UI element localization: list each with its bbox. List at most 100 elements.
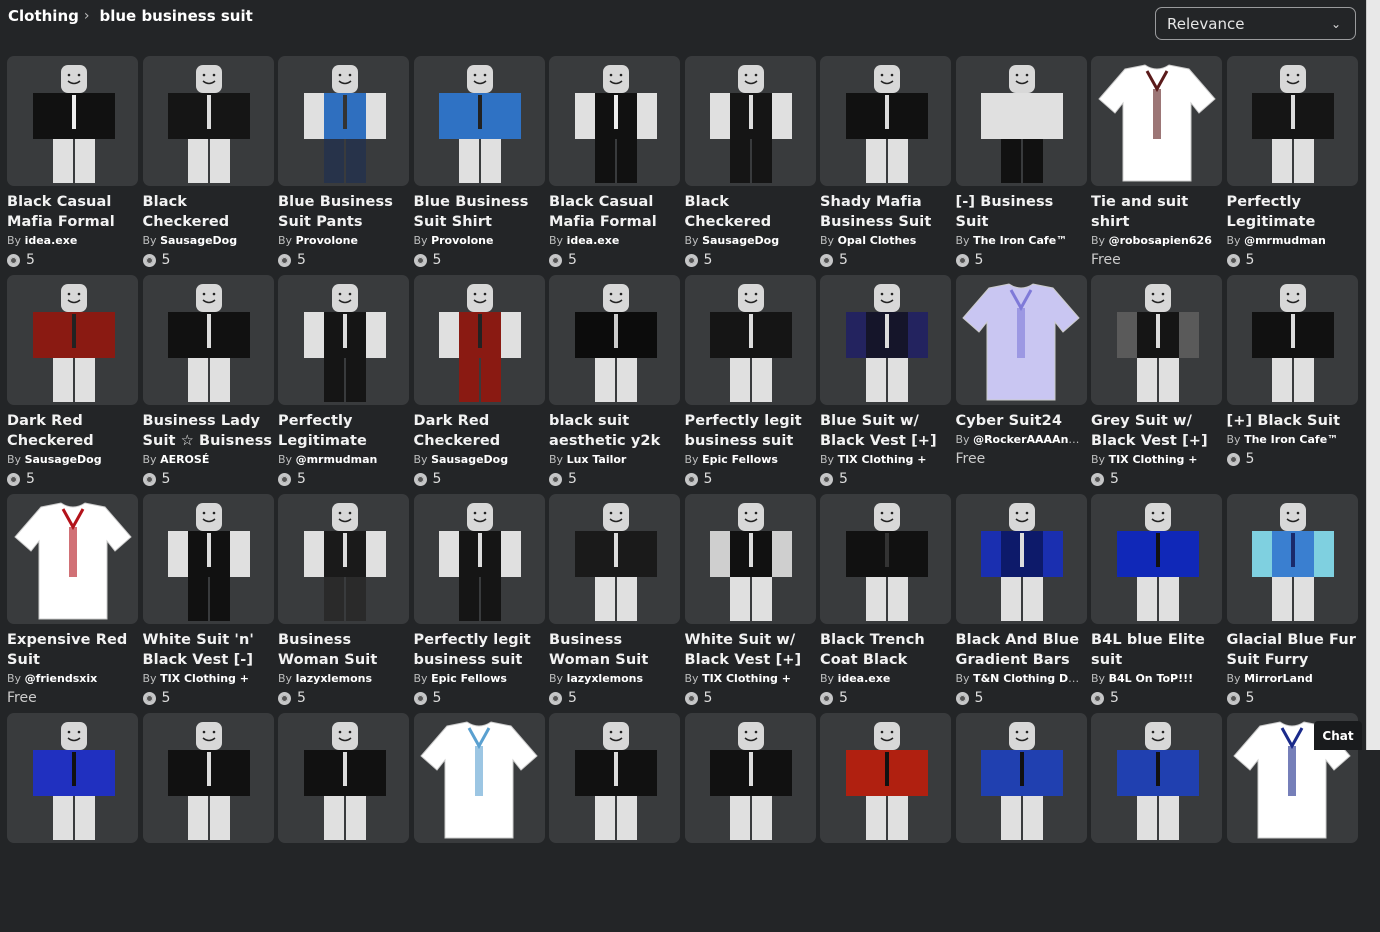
item-thumbnail[interactable]: [820, 713, 951, 843]
creator-link[interactable]: AEROSÉ: [160, 453, 209, 466]
item-title[interactable]: B4L blue Elite suit: [1091, 630, 1222, 670]
item-thumbnail[interactable]: [278, 494, 409, 624]
item-thumbnail[interactable]: [684, 275, 816, 405]
item-thumbnail[interactable]: [955, 56, 1087, 186]
item-thumbnail[interactable]: [278, 275, 409, 405]
creator-link[interactable]: TIX Clothing +: [702, 672, 791, 685]
item-card[interactable]: [549, 713, 680, 932]
creator-link[interactable]: idea.exe: [838, 672, 891, 685]
item-title[interactable]: Black Trench Coat Black: [820, 630, 951, 670]
item-title[interactable]: Perfectly legit business suit: [685, 411, 816, 451]
creator-link[interactable]: @mrmudman: [1244, 234, 1326, 247]
creator-link[interactable]: idea.exe: [25, 234, 78, 247]
creator-link[interactable]: lazyxlemons: [296, 672, 373, 685]
item-title[interactable]: Black And Blue Gradient Bars: [956, 630, 1087, 670]
creator-link[interactable]: Provolone: [431, 234, 493, 247]
item-card[interactable]: Blue Business Suit Pants By Provolone 5: [278, 56, 409, 275]
creator-link[interactable]: idea.exe: [567, 234, 620, 247]
item-title[interactable]: Perfectly legit business suit: [414, 630, 545, 670]
item-title[interactable]: Shady Mafia Business Suit: [820, 192, 951, 232]
item-thumbnail[interactable]: [142, 713, 274, 843]
item-thumbnail[interactable]: [278, 713, 409, 843]
item-card[interactable]: Black Trench Coat Black By idea.exe 5: [820, 494, 951, 713]
item-card[interactable]: Black Casual Mafia Formal By idea.exe 5: [549, 56, 680, 275]
item-card[interactable]: [413, 713, 545, 932]
item-thumbnail[interactable]: [955, 713, 1087, 843]
creator-link[interactable]: The Iron Cafe™: [1244, 433, 1338, 446]
item-thumbnail[interactable]: [684, 713, 816, 843]
item-thumbnail[interactable]: [1226, 56, 1358, 186]
item-thumbnail[interactable]: [413, 56, 545, 186]
item-title[interactable]: Blue Business Suit Shirt: [414, 192, 545, 232]
creator-link[interactable]: SausageDog: [160, 234, 237, 247]
item-card[interactable]: Black And Blue Gradient Bars By T&N Clot…: [955, 494, 1087, 713]
item-title[interactable]: White Suit w/ Black Vest [+]: [685, 630, 816, 670]
creator-link[interactable]: The Iron Cafe™: [973, 234, 1067, 247]
item-card[interactable]: Blue Suit w/ Black Vest [+] By TIX Cloth…: [820, 275, 951, 494]
creator-link[interactable]: SausageDog: [702, 234, 779, 247]
creator-link[interactable]: Opal Clothes: [838, 234, 917, 247]
item-thumbnail[interactable]: [142, 275, 274, 405]
item-title[interactable]: Blue Business Suit Pants: [278, 192, 409, 232]
creator-link[interactable]: TIX Clothing +: [838, 453, 927, 466]
item-title[interactable]: [+] Black Suit: [1227, 411, 1358, 431]
item-thumbnail[interactable]: [820, 56, 951, 186]
item-thumbnail[interactable]: [549, 56, 680, 186]
scrollbar[interactable]: [1366, 0, 1380, 750]
item-card[interactable]: [955, 713, 1087, 932]
item-title[interactable]: Business Woman Suit [Shirt]: [549, 630, 680, 670]
creator-link[interactable]: Lux Tailor: [567, 453, 627, 466]
creator-link[interactable]: TIX Clothing +: [1109, 453, 1198, 466]
item-thumbnail[interactable]: [955, 494, 1087, 624]
item-card[interactable]: [684, 713, 816, 932]
creator-link[interactable]: Epic Fellows: [431, 672, 507, 685]
item-title[interactable]: Perfectly Legitimate: [278, 411, 409, 451]
item-thumbnail[interactable]: [1226, 275, 1358, 405]
item-thumbnail[interactable]: [142, 494, 274, 624]
creator-link[interactable]: T&N Clothing Desi...: [973, 672, 1086, 685]
item-title[interactable]: Black Casual Mafia Formal: [7, 192, 138, 232]
item-card[interactable]: [+] Black Suit By The Iron Cafe™ 5: [1226, 275, 1358, 494]
item-card[interactable]: Perfectly legit business suit By Epic Fe…: [413, 494, 545, 713]
item-thumbnail[interactable]: [820, 275, 951, 405]
item-card[interactable]: Shady Mafia Business Suit By Opal Clothe…: [820, 56, 951, 275]
item-card[interactable]: Business Woman Suit By lazyxlemons 5: [278, 494, 409, 713]
item-title[interactable]: Cyber Suit24: [956, 411, 1087, 431]
creator-link[interactable]: @RockerAAAAnnnn: [973, 433, 1086, 446]
item-title[interactable]: Business Woman Suit: [278, 630, 409, 670]
item-title[interactable]: Glacial Blue Fur Suit Furry Fursuit: [1227, 630, 1358, 670]
item-thumbnail[interactable]: [413, 713, 545, 843]
item-thumbnail[interactable]: [413, 494, 545, 624]
item-card[interactable]: black suit aesthetic y2k By Lux Tailor 5: [549, 275, 680, 494]
item-card[interactable]: [7, 713, 138, 932]
item-title[interactable]: Tie and suit shirt: [1091, 192, 1222, 232]
item-card[interactable]: [-] Business Suit By The Iron Cafe™ 5: [955, 56, 1087, 275]
item-title[interactable]: Perfectly Legitimate: [1227, 192, 1358, 232]
item-card[interactable]: Perfectly legit business suit By Epic Fe…: [684, 275, 816, 494]
creator-link[interactable]: @mrmudman: [296, 453, 378, 466]
item-title[interactable]: White Suit 'n' Black Vest [-]: [143, 630, 274, 670]
item-thumbnail[interactable]: [7, 275, 138, 405]
item-card[interactable]: Black Checkered Formal Business By Sausa…: [142, 56, 274, 275]
item-card[interactable]: Dark Red Checkered By SausageDog 5: [413, 275, 545, 494]
item-card[interactable]: B4L blue Elite suit By B4L On ToP!!! 5: [1091, 494, 1222, 713]
creator-link[interactable]: lazyxlemons: [567, 672, 644, 685]
creator-link[interactable]: SausageDog: [25, 453, 102, 466]
item-thumbnail[interactable]: [413, 275, 545, 405]
item-card[interactable]: Black Casual Mafia Formal By idea.exe 5: [7, 56, 138, 275]
item-thumbnail[interactable]: [142, 56, 274, 186]
sort-dropdown[interactable]: Relevance ⌄: [1155, 7, 1356, 40]
item-thumbnail[interactable]: [549, 494, 680, 624]
item-title[interactable]: Business Lady Suit ☆ Buisness: [143, 411, 274, 451]
item-thumbnail[interactable]: [1091, 494, 1222, 624]
creator-link[interactable]: @friendsxix: [25, 672, 98, 685]
breadcrumb-clothing[interactable]: Clothing: [8, 7, 79, 25]
item-title[interactable]: Dark Red Checkered: [414, 411, 545, 451]
creator-link[interactable]: Provolone: [296, 234, 358, 247]
item-thumbnail[interactable]: [549, 275, 680, 405]
item-thumbnail[interactable]: [1091, 275, 1222, 405]
item-card[interactable]: Black Checkered Formal Business By Sausa…: [684, 56, 816, 275]
item-title[interactable]: Black Checkered Formal Business: [143, 192, 274, 232]
item-thumbnail[interactable]: [278, 56, 409, 186]
item-thumbnail[interactable]: [7, 56, 138, 186]
